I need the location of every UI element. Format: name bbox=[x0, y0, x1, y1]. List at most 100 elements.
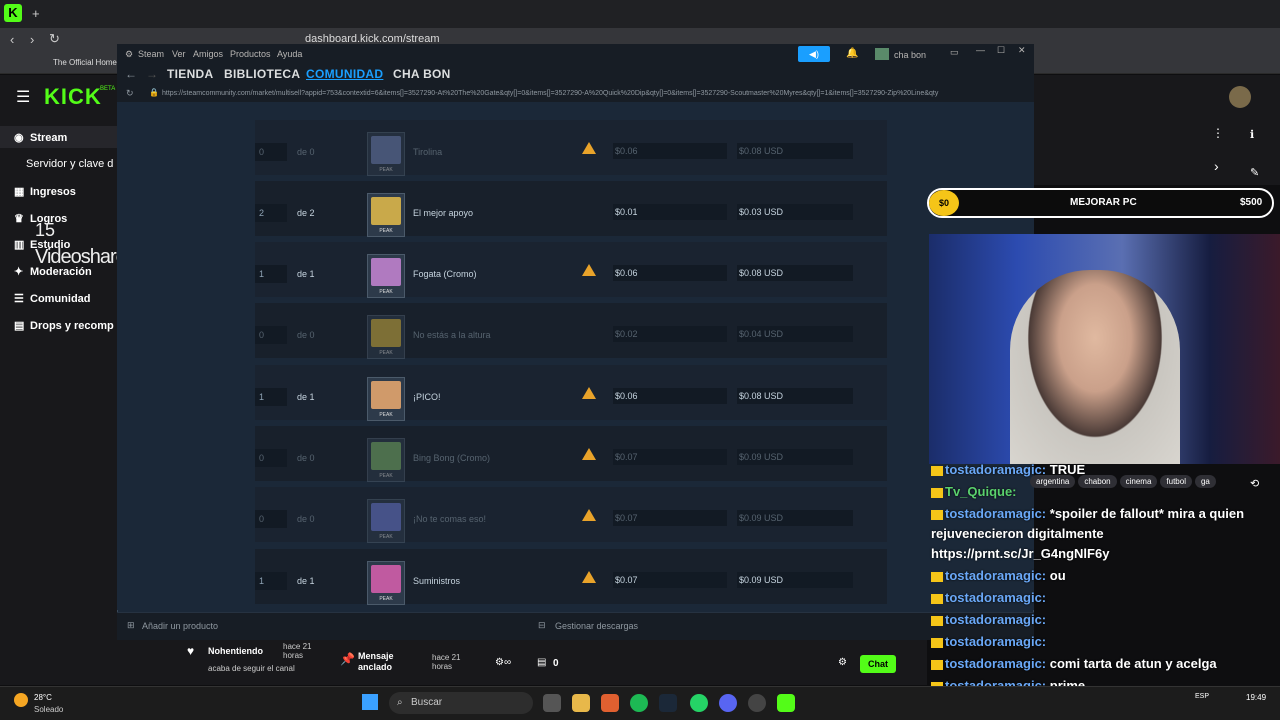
item-thumbnail[interactable]: PEAK bbox=[367, 315, 405, 359]
chat-username[interactable]: tostadoramagic: bbox=[945, 506, 1046, 521]
bookmark-item[interactable]: The Official Home bbox=[53, 58, 117, 67]
expand-icon[interactable]: › bbox=[1214, 158, 1219, 174]
kick-tab-icon[interactable]: K bbox=[4, 4, 22, 22]
clock-time[interactable]: 19:49 bbox=[1246, 693, 1266, 702]
steam-taskbar-icon[interactable] bbox=[659, 694, 677, 712]
quantity-input[interactable]: 0 bbox=[255, 326, 287, 344]
steam-menu-ver[interactable]: Ver bbox=[172, 49, 186, 59]
downloads-icon[interactable]: ⊟ bbox=[538, 620, 546, 631]
price-seller-input[interactable]: $0.06 bbox=[613, 143, 727, 159]
quantity-input[interactable]: 1 bbox=[255, 265, 287, 283]
steam-nav-comunidad[interactable]: COMUNIDAD bbox=[306, 67, 383, 81]
chat-username[interactable]: tostadoramagic: bbox=[945, 568, 1046, 583]
kick-logo[interactable]: KICK bbox=[44, 84, 102, 110]
brave-icon[interactable] bbox=[601, 694, 619, 712]
price-buyer-input[interactable]: $0.09 USD bbox=[737, 449, 853, 465]
close-icon[interactable]: ✕ bbox=[1018, 45, 1026, 56]
steam-refresh-icon[interactable]: ↻ bbox=[126, 88, 134, 99]
steam-forward-icon[interactable]: → bbox=[146, 67, 158, 81]
quantity-input[interactable]: 0 bbox=[255, 510, 287, 528]
chat-send-button[interactable]: Chat bbox=[860, 655, 896, 673]
tag-chip[interactable]: argentina bbox=[1030, 475, 1076, 488]
steam-username[interactable]: cha bon bbox=[894, 50, 926, 60]
sidebar-item-2[interactable]: ▦ Ingresos bbox=[14, 185, 76, 198]
whatsapp-icon[interactable] bbox=[690, 694, 708, 712]
sidebar-item-1[interactable]: Servidor y clave d bbox=[26, 158, 113, 170]
item-thumbnail[interactable]: PEAK bbox=[367, 561, 405, 605]
steam-menu-amigos[interactable]: Amigos bbox=[193, 49, 223, 59]
price-seller-input[interactable]: $0.07 bbox=[613, 572, 727, 588]
edit-icon[interactable]: ✎ bbox=[1250, 166, 1259, 179]
broadcast-icon[interactable]: ◀) bbox=[798, 46, 830, 62]
file-explorer-icon[interactable] bbox=[572, 694, 590, 712]
chat-username[interactable]: tostadoramagic: bbox=[945, 634, 1046, 649]
discord-icon[interactable] bbox=[719, 694, 737, 712]
price-buyer-input[interactable]: $0.08 USD bbox=[737, 143, 853, 159]
steam-nav-biblioteca[interactable]: BIBLIOTECA bbox=[224, 67, 300, 81]
item-thumbnail[interactable]: PEAK bbox=[367, 499, 405, 543]
bell-icon[interactable]: 🔔 bbox=[846, 48, 858, 59]
steam-logo-icon[interactable]: ⚙ bbox=[125, 49, 133, 60]
chat-username[interactable]: tostadoramagic: bbox=[945, 590, 1046, 605]
price-seller-input[interactable]: $0.02 bbox=[613, 326, 727, 342]
minimize-icon[interactable]: — bbox=[976, 45, 985, 55]
price-buyer-input[interactable]: $0.03 USD bbox=[737, 204, 853, 220]
steam-url[interactable]: https://steamcommunity.com/market/multis… bbox=[117, 86, 1034, 102]
price-seller-input[interactable]: $0.07 bbox=[613, 449, 727, 465]
steam-back-icon[interactable]: ← bbox=[125, 67, 137, 81]
back-icon[interactable]: ‹ bbox=[10, 32, 14, 47]
steam-menu-productos[interactable]: Productos bbox=[230, 49, 271, 59]
price-buyer-input[interactable]: $0.09 USD bbox=[737, 510, 853, 526]
item-thumbnail[interactable]: PEAK bbox=[367, 254, 405, 298]
maximize-icon[interactable]: ☐ bbox=[997, 45, 1005, 56]
spotify-icon[interactable] bbox=[630, 694, 648, 712]
reload-icon[interactable]: ↻ bbox=[49, 31, 60, 47]
add-product-link[interactable]: Añadir un producto bbox=[142, 621, 218, 631]
quantity-input[interactable]: 1 bbox=[255, 572, 287, 590]
chat-username[interactable]: Tv_Quique: bbox=[945, 484, 1017, 499]
window-mode-icon[interactable]: ▭ bbox=[950, 47, 959, 58]
info-icon[interactable]: ℹ bbox=[1250, 128, 1254, 141]
price-seller-input[interactable]: $0.06 bbox=[613, 388, 727, 404]
menu-icon[interactable]: ☰ bbox=[16, 87, 30, 107]
price-seller-input[interactable]: $0.07 bbox=[613, 510, 727, 526]
taskbar-search[interactable]: Buscar bbox=[389, 692, 533, 714]
price-seller-input[interactable]: $0.01 bbox=[613, 204, 727, 220]
item-thumbnail[interactable]: PEAK bbox=[367, 193, 405, 237]
steam-menu-ayuda[interactable]: Ayuda bbox=[277, 49, 302, 59]
sidebar-item-6[interactable]: ☰ Comunidad bbox=[14, 292, 91, 305]
steam-nav-tienda[interactable]: TIENDA bbox=[167, 67, 213, 81]
weather-desc[interactable]: Soleado bbox=[34, 705, 63, 714]
price-buyer-input[interactable]: $0.08 USD bbox=[737, 265, 853, 281]
tag-chip[interactable]: chabon bbox=[1078, 475, 1117, 488]
avatar[interactable] bbox=[1229, 86, 1251, 108]
steam-nav-user[interactable]: CHA BON bbox=[393, 67, 451, 81]
weather-temp[interactable]: 28°C bbox=[34, 693, 52, 702]
chat-settings-icon[interactable]: ⚙ bbox=[838, 657, 847, 668]
sidebar-item-7[interactable]: ▤ Drops y recomp bbox=[14, 319, 114, 332]
task-view-icon[interactable] bbox=[543, 694, 561, 712]
chat-username[interactable]: tostadoramagic: bbox=[945, 656, 1046, 671]
price-buyer-input[interactable]: $0.08 USD bbox=[737, 388, 853, 404]
kick-taskbar-icon[interactable] bbox=[777, 694, 795, 712]
price-buyer-input[interactable]: $0.09 USD bbox=[737, 572, 853, 588]
add-product-icon[interactable]: ⊞ bbox=[127, 620, 135, 631]
quantity-input[interactable]: 1 bbox=[255, 388, 287, 406]
tag-chip[interactable]: cinema bbox=[1119, 475, 1158, 488]
price-seller-input[interactable]: $0.06 bbox=[613, 265, 727, 281]
store-icon[interactable]: ▤ bbox=[537, 657, 546, 668]
item-thumbnail[interactable]: PEAK bbox=[367, 132, 405, 176]
quantity-input[interactable]: 0 bbox=[255, 449, 287, 467]
forward-icon[interactable]: › bbox=[30, 32, 34, 47]
quantity-input[interactable]: 2 bbox=[255, 204, 287, 222]
item-thumbnail[interactable]: PEAK bbox=[367, 438, 405, 482]
more-options-icon[interactable]: ⋮ bbox=[1212, 126, 1224, 140]
emote-icon[interactable]: ⚙∞ bbox=[495, 657, 511, 668]
tag-chip[interactable]: ga bbox=[1194, 475, 1216, 488]
windows-start-icon[interactable] bbox=[362, 694, 378, 710]
share-icon[interactable]: ⟲ bbox=[1250, 477, 1259, 490]
chat-username[interactable]: tostadoramagic: bbox=[945, 612, 1046, 627]
sidebar-item-0[interactable]: ◉ Stream bbox=[14, 131, 67, 144]
steam-menu-steam[interactable]: Steam bbox=[138, 49, 164, 59]
language-indicator[interactable]: ESP bbox=[1195, 693, 1209, 700]
